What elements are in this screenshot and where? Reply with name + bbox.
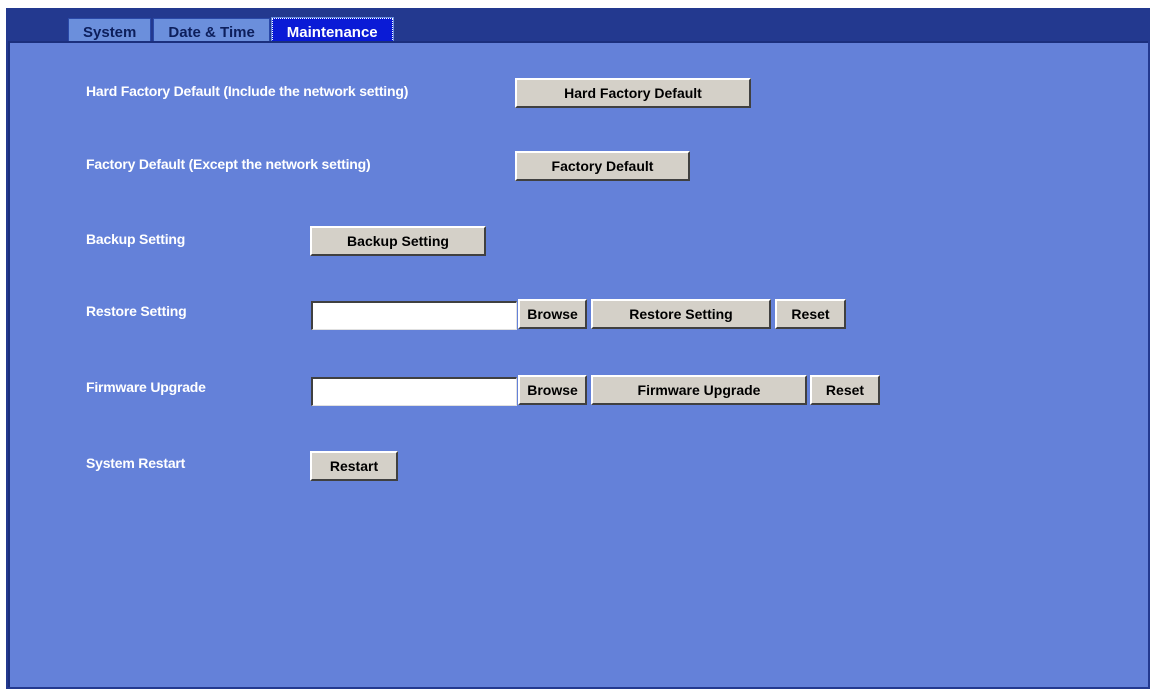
system-restart-label: System Restart: [86, 455, 186, 471]
firmware-reset-button[interactable]: Reset: [810, 375, 880, 405]
factory-default-button[interactable]: Factory Default: [515, 151, 690, 181]
firmware-upgrade-label: Firmware Upgrade: [86, 379, 206, 395]
restore-file-input[interactable]: [311, 301, 517, 330]
firmware-upgrade-button[interactable]: Firmware Upgrade: [591, 375, 807, 405]
restore-browse-button[interactable]: Browse: [518, 299, 587, 329]
hard-factory-default-label: Hard Factory Default (Include the networ…: [86, 83, 409, 99]
restart-button[interactable]: Restart: [310, 451, 398, 481]
firmware-file-input[interactable]: [311, 377, 517, 406]
firmware-browse-button[interactable]: Browse: [518, 375, 587, 405]
restore-setting-label: Restore Setting: [86, 303, 187, 319]
backup-setting-label: Backup Setting: [86, 231, 186, 247]
maintenance-panel: Hard Factory Default (Include the networ…: [8, 41, 1148, 687]
factory-default-label: Factory Default (Except the network sett…: [86, 156, 371, 172]
backup-setting-button[interactable]: Backup Setting: [310, 226, 486, 256]
hard-factory-default-button[interactable]: Hard Factory Default: [515, 78, 751, 108]
restore-reset-button[interactable]: Reset: [775, 299, 846, 329]
restore-setting-button[interactable]: Restore Setting: [591, 299, 771, 329]
